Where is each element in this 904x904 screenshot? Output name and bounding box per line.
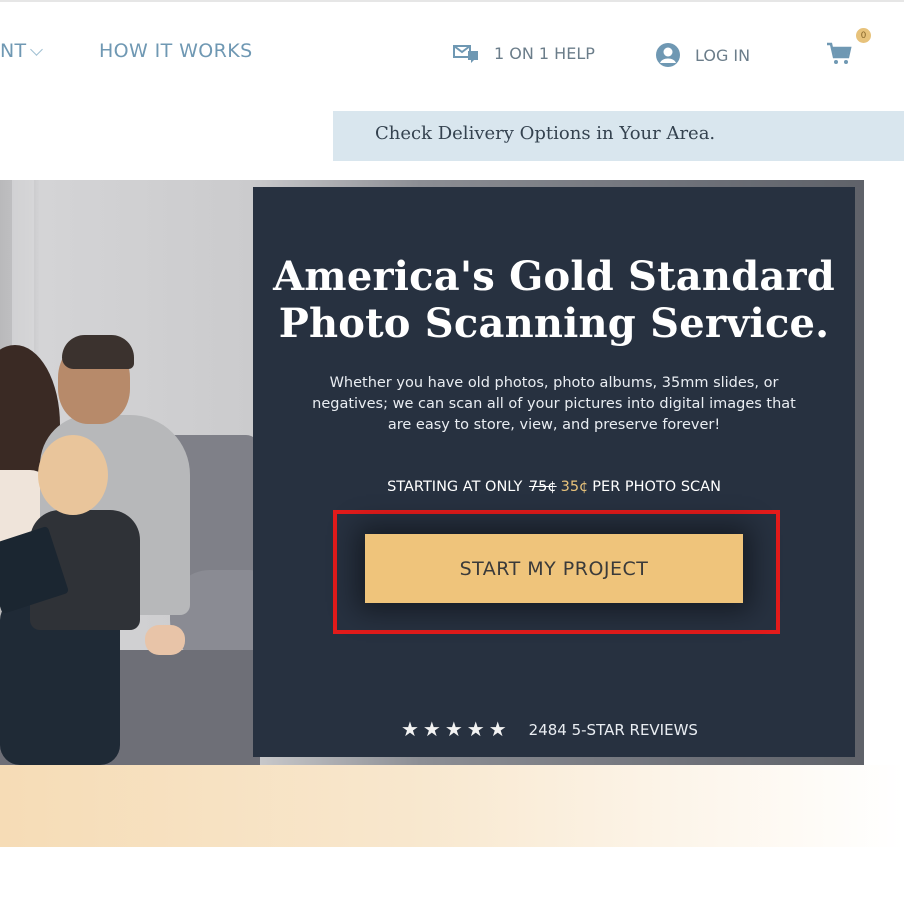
- cart-count-badge: 0: [856, 28, 871, 43]
- price-new: 35¢: [560, 479, 589, 495]
- user-icon: [656, 43, 680, 67]
- cart-icon: [827, 42, 852, 64]
- nav-login-label: LOG IN: [695, 45, 751, 65]
- delivery-options-text: Check Delivery Options in Your Area.: [375, 123, 716, 144]
- start-project-button[interactable]: START MY PROJECT: [365, 534, 743, 603]
- chevron-down-icon: [30, 43, 44, 56]
- hero-title: America's Gold Standard Photo Scanning S…: [253, 253, 855, 347]
- star-icon: ★★★★★: [401, 719, 511, 741]
- price-old: 75¢: [528, 479, 557, 495]
- chat-envelope-icon: [453, 45, 478, 63]
- reviews-label: 2484 5-STAR REVIEWS: [528, 720, 698, 739]
- nav-login-link[interactable]: LOG IN: [655, 42, 750, 68]
- reviews-summary[interactable]: ★★★★★ 2484 5-STAR REVIEWS: [401, 717, 698, 742]
- hero-title-line1: America's Gold Standard: [273, 253, 835, 300]
- nav-help-link[interactable]: 1 ON 1 HELP: [452, 42, 595, 64]
- nav-item-partial-label: NT: [0, 40, 27, 62]
- delivery-options-bar[interactable]: Check Delivery Options in Your Area.: [333, 111, 904, 161]
- nav-help-label: 1 ON 1 HELP: [494, 43, 595, 63]
- price-prefix: STARTING AT ONLY: [387, 479, 523, 495]
- hero-price: STARTING AT ONLY 75¢ 35¢ PER PHOTO SCAN: [253, 479, 855, 495]
- photo-man-hair: [62, 335, 134, 369]
- price-suffix: PER PHOTO SCAN: [592, 479, 721, 495]
- nav-how-it-works[interactable]: HOW IT WORKS: [99, 40, 253, 62]
- photo-child-foot: [145, 625, 185, 655]
- site-header: NT HOW IT WORKS 1 ON 1 HELP LOG IN 0: [0, 0, 904, 110]
- bottom-gradient-band: [0, 765, 904, 847]
- cart-button[interactable]: [826, 40, 852, 71]
- hero-card: America's Gold Standard Photo Scanning S…: [253, 187, 855, 757]
- photo-child-head: [38, 435, 108, 515]
- hero-title-line2: Photo Scanning Service.: [278, 300, 830, 347]
- nav-item-partial[interactable]: NT: [0, 40, 44, 62]
- hero-description: Whether you have old photos, photo album…: [312, 375, 796, 433]
